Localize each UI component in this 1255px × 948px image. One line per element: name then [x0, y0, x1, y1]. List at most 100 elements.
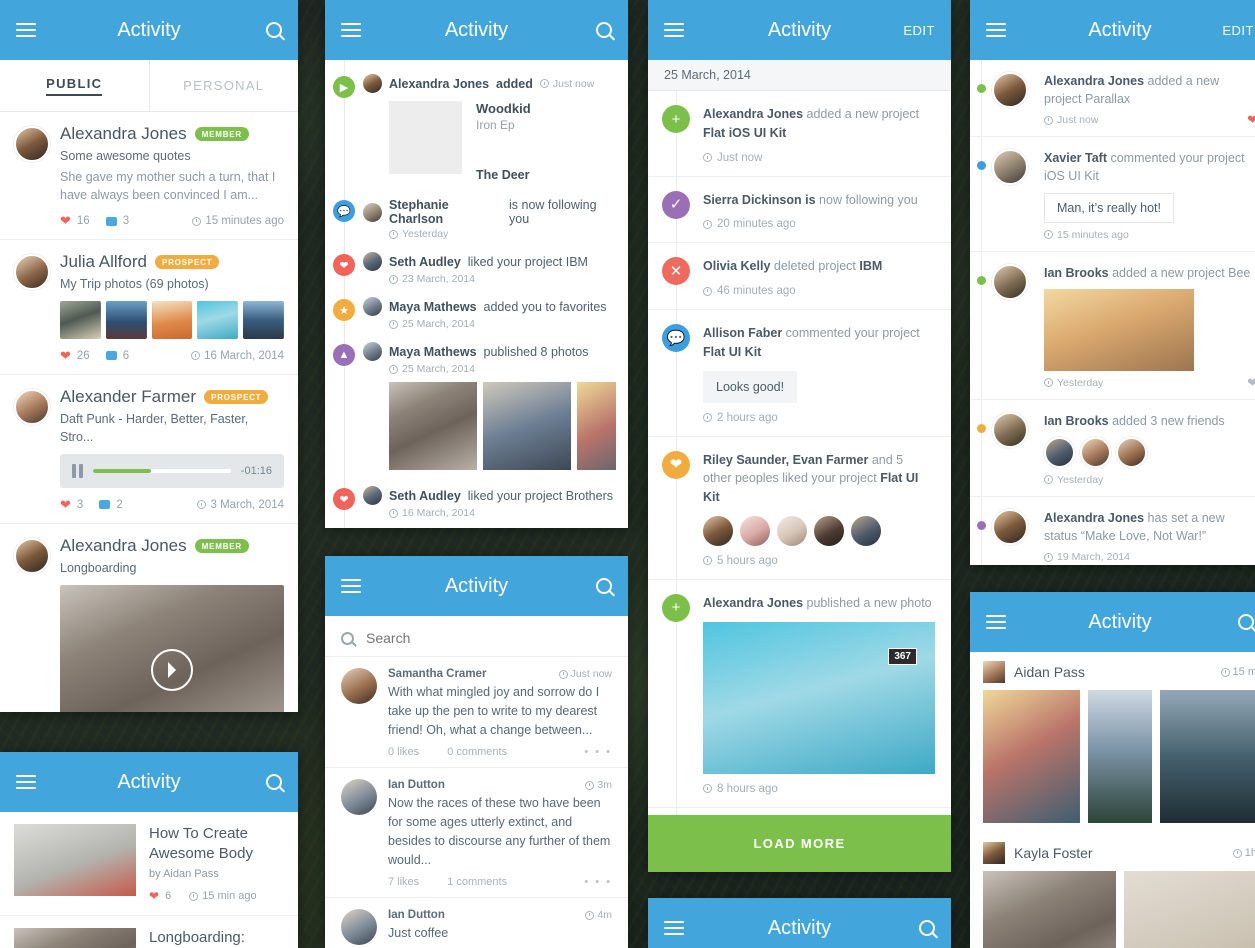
comment-icon[interactable]: [105, 351, 117, 360]
timeline-item[interactable]: Alexandra Jones added a new project Para…: [970, 60, 1255, 138]
more-icon[interactable]: • • •: [584, 876, 612, 888]
photo-row[interactable]: [970, 871, 1255, 948]
gallery-photo[interactable]: [483, 382, 571, 470]
post-image[interactable]: [1044, 288, 1194, 371]
search-input[interactable]: [366, 630, 612, 646]
search-bar[interactable]: [325, 616, 628, 657]
grid-photo[interactable]: [983, 690, 1080, 823]
avatar[interactable]: [740, 515, 770, 546]
article-item[interactable]: How To Create Awesome Body by Aidan Pass…: [0, 812, 298, 916]
article-list[interactable]: How To Create Awesome Body by Aidan Pass…: [0, 812, 298, 948]
gallery-photo[interactable]: [389, 382, 477, 470]
timeline-item[interactable]: ★ Maya Mathews added you to favorites 25…: [325, 291, 628, 336]
liker-avatars[interactable]: [703, 515, 935, 546]
grid-photo[interactable]: [983, 871, 1116, 948]
avatar[interactable]: [703, 515, 733, 546]
avatar[interactable]: [1044, 436, 1075, 468]
audio-player[interactable]: -01:16: [60, 453, 284, 488]
more-icon[interactable]: • • •: [584, 746, 612, 758]
pause-icon[interactable]: [72, 463, 83, 478]
search-icon[interactable]: [596, 22, 612, 38]
photo-thumb[interactable]: [243, 300, 284, 339]
gallery-photo[interactable]: [577, 382, 616, 470]
photo-thumb[interactable]: [105, 300, 147, 339]
photo-thumb[interactable]: [60, 300, 101, 339]
heart-icon[interactable]: ❤: [1247, 375, 1255, 391]
menu-icon[interactable]: [16, 23, 36, 37]
post-item[interactable]: Alexandra Jones MEMBER Some awesome quot…: [0, 112, 298, 241]
article-item[interactable]: Longboarding: What Is It?: [0, 916, 298, 948]
tab-public[interactable]: PUBLIC: [0, 60, 149, 111]
timeline-item[interactable]: Alexandra Jones has set a new status “Ma…: [970, 497, 1255, 565]
timeline-item[interactable]: ✕ Olivia Kelly deleted project IBM 46 mi…: [648, 243, 951, 310]
comment-icon[interactable]: [99, 500, 111, 510]
heart-icon[interactable]: ❤: [60, 213, 71, 229]
album-card[interactable]: Woodkid Iron Ep The Deer: [389, 101, 616, 182]
menu-icon[interactable]: [986, 615, 1006, 629]
photo-group-header[interactable]: Kayla Foster 1h: [970, 833, 1255, 871]
play-icon[interactable]: [151, 648, 193, 691]
timeline-item[interactable]: Ian Brooks added 3 new friends Yesterday: [970, 400, 1255, 497]
menu-icon[interactable]: [16, 775, 36, 789]
timeline-item[interactable]: ✓ Sierra Dickinson is now following you …: [648, 177, 951, 244]
feed-row[interactable]: Ian Dutton 4m Just coffee: [325, 898, 628, 948]
timeline-item[interactable]: 💬 Stephanie Charlson is now following yo…: [325, 192, 628, 246]
photo-row[interactable]: [970, 690, 1255, 833]
search-icon[interactable]: [266, 22, 282, 38]
search-feed-body[interactable]: Samantha Cramer Just now With what mingl…: [325, 616, 628, 948]
heart-icon[interactable]: ❤: [149, 889, 159, 903]
menu-icon[interactable]: [664, 23, 684, 37]
timeline-item[interactable]: ▲ Maya Mathews published 8 photos 25 Mar…: [325, 336, 628, 480]
photo-thumb[interactable]: [197, 300, 239, 339]
timeline-item[interactable]: ❤ Seth Audley liked your project IBM 23 …: [325, 246, 628, 291]
heart-icon[interactable]: ❤: [60, 497, 71, 513]
light-timeline-list[interactable]: Alexandra Jones added a new project Para…: [970, 60, 1255, 565]
timeline-item[interactable]: ❤ Seth Audley liked your project Brother…: [325, 480, 628, 525]
search-icon[interactable]: [266, 774, 282, 790]
avatar[interactable]: [814, 515, 844, 546]
public-feed-list[interactable]: Alexandra Jones MEMBER Some awesome quot…: [0, 112, 298, 712]
timeline-list[interactable]: ▶ Alexandra Jones added Just now Woodkid…: [325, 60, 628, 528]
timeline-item[interactable]: Ian Brooks added a new project Bee Yeste…: [970, 252, 1255, 400]
post-image[interactable]: 367: [703, 621, 935, 774]
timeline-item[interactable]: 💬 Allison Faber commented your project F…: [648, 310, 951, 437]
menu-icon[interactable]: [664, 921, 684, 935]
feed-row[interactable]: Ian Dutton 3m Now the races of these two…: [325, 768, 628, 899]
feed-row[interactable]: Samantha Cramer Just now With what mingl…: [325, 657, 628, 769]
grid-photo[interactable]: [1124, 871, 1255, 948]
friend-avatars[interactable]: [1044, 436, 1255, 468]
post-item[interactable]: Alexander Farmer PROSPECT Daft Punk - Ha…: [0, 375, 298, 524]
avatar[interactable]: [1080, 436, 1111, 468]
photo-thumb[interactable]: [151, 300, 193, 339]
timeline-item[interactable]: ❤ Riley Saunder, Evan Farmer and 5 other…: [648, 437, 951, 580]
avatar[interactable]: [851, 515, 881, 546]
search-icon[interactable]: [596, 578, 612, 594]
tab-personal[interactable]: PERSONAL: [148, 60, 299, 111]
timeline-item[interactable]: + Alexandra Jones published a new photo …: [648, 580, 951, 808]
grid-photo[interactable]: [1160, 690, 1255, 823]
heart-icon[interactable]: ❤: [1247, 112, 1255, 128]
edit-button[interactable]: EDIT: [903, 23, 935, 38]
dated-timeline-list[interactable]: + Alexandra Jones added a new project Fl…: [648, 91, 951, 815]
menu-icon[interactable]: [986, 23, 1006, 37]
timeline-item[interactable]: ▶ Alexandra Jones added Just now Woodkid…: [325, 68, 628, 192]
post-item[interactable]: Alexandra Jones MEMBER Longboarding ❤ 16…: [0, 524, 298, 712]
photo-strip[interactable]: [60, 300, 284, 339]
photo-group-header[interactable]: Aidan Pass 15 m: [970, 652, 1255, 690]
load-more-button[interactable]: LOAD MORE: [648, 815, 951, 872]
video-thumbnail[interactable]: [60, 584, 284, 712]
search-icon[interactable]: [919, 920, 935, 936]
progress-slider[interactable]: [93, 468, 231, 473]
photo-grid-body[interactable]: Aidan Pass 15 m Kayla Foster 1h: [970, 652, 1255, 948]
avatar[interactable]: [1116, 436, 1147, 468]
timeline-item[interactable]: + Alexandra Jones added a new project Fl…: [648, 91, 951, 177]
timeline-item[interactable]: Xavier Taft commented your project iOS U…: [970, 137, 1255, 252]
menu-icon[interactable]: [341, 23, 361, 37]
search-icon[interactable]: [1238, 614, 1254, 630]
grid-photo[interactable]: [1087, 690, 1153, 823]
post-item[interactable]: Julia Allford PROSPECT My Trip photos (6…: [0, 240, 298, 375]
avatar[interactable]: [777, 515, 807, 546]
heart-icon[interactable]: ❤: [60, 348, 71, 364]
comment-icon[interactable]: [105, 216, 117, 226]
edit-button[interactable]: EDIT: [1222, 23, 1254, 38]
